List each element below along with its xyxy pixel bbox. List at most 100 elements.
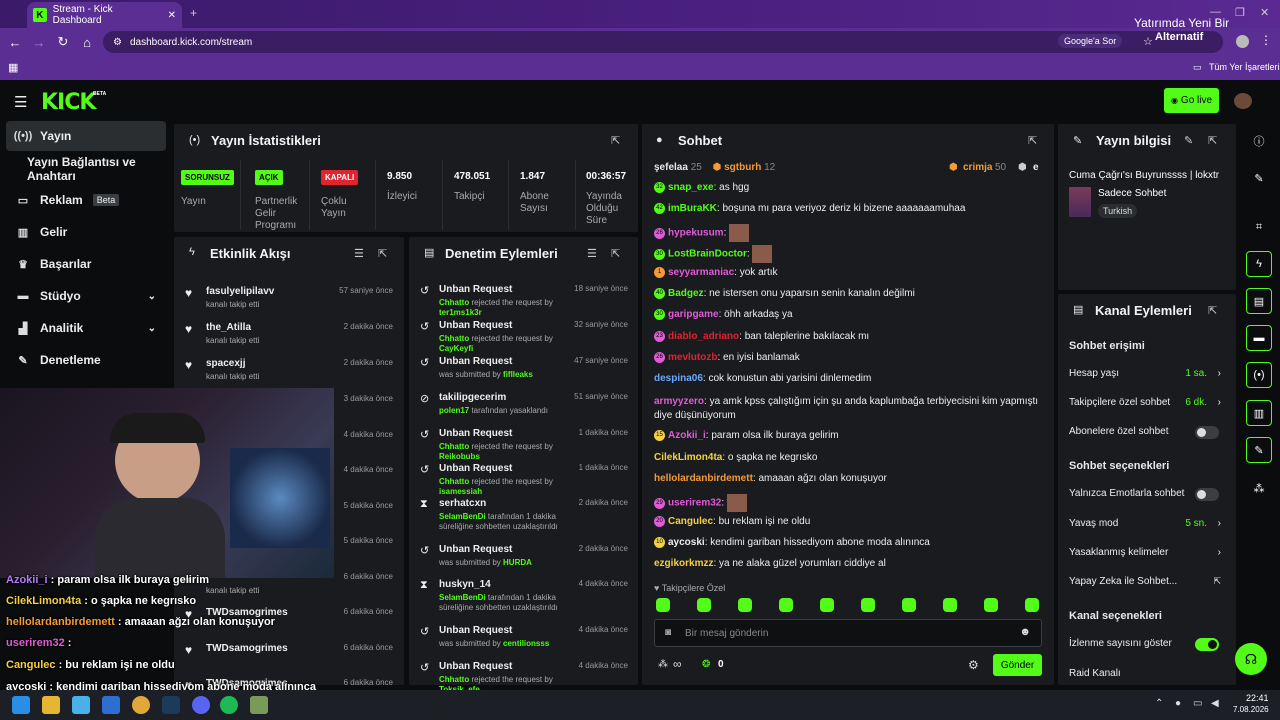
profile-avatar[interactable] [1236, 35, 1249, 48]
new-tab-icon[interactable]: + [190, 6, 197, 20]
chat-username[interactable]: Azokii_i [668, 430, 706, 441]
moderation-row[interactable]: ↺ Unban Request Chhatto rejected the reque… [415, 280, 630, 317]
window-close-icon[interactable]: ✕ [1260, 6, 1269, 19]
emote-icon[interactable] [902, 598, 916, 612]
chat-message[interactable]: 20 Cangulec: bu reklam işi ne oldu [654, 516, 1044, 527]
chat-message[interactable]: CilekLimon4ta: o şapka ne kegrısko [654, 452, 1044, 463]
chat-username[interactable]: seyyarmaniac [668, 267, 734, 278]
mod-target[interactable]: HURDA [503, 558, 532, 567]
activity-row[interactable]: ♥ fasulyelipilavv kanalı takip etti 57 sani… [180, 280, 395, 316]
gifter-name[interactable]: crimja [963, 162, 992, 173]
chat-username[interactable]: aycoski [668, 537, 705, 548]
steam-icon[interactable] [162, 696, 180, 714]
popout-icon[interactable]: ⇱ [1028, 134, 1037, 147]
moderation-row[interactable]: ↺ Unban Request Chhatto rejected the reque… [415, 424, 630, 461]
document-icon[interactable]: ▤ [1246, 288, 1272, 314]
sidebar-item-basarilar[interactable]: ♛ Başarılar [6, 249, 166, 279]
emoji-icon[interactable]: ☻ [1019, 626, 1031, 638]
app-icon[interactable] [250, 696, 268, 714]
chat-username[interactable]: snap_exe [668, 182, 714, 193]
chat-message[interactable]: despina06: cok konustun abi yarisini din… [654, 373, 1044, 384]
emote-icon[interactable] [984, 598, 998, 612]
home-icon[interactable]: ⌂ [75, 35, 99, 50]
activity-row[interactable]: ♥ spacexjj kanalı takip etti 2 dakika önce [180, 352, 395, 388]
stack-icon[interactable]: ▥ [1246, 400, 1272, 426]
file-explorer-icon[interactable] [42, 696, 60, 714]
gifter-name[interactable]: e [1033, 162, 1039, 173]
chat-message[interactable]: 29 userirem32: [654, 494, 1044, 512]
chevron-down-icon[interactable]: ⌄ [148, 323, 156, 334]
chat-username[interactable]: hellolardanbirdemett [654, 473, 753, 484]
network-icon[interactable]: ▭ [1193, 698, 1202, 709]
sidebar-item-studyo[interactable]: ▬ Stüdyo ⌄ [6, 281, 166, 311]
info-icon[interactable]: ⓘ [1246, 128, 1272, 154]
chat-message[interactable]: hellolardanbirdemett: amaaan ağzı olan k… [654, 473, 1044, 484]
activity-user[interactable]: TWDsamogrimes [206, 643, 288, 654]
windows-start-icon[interactable] [12, 696, 30, 714]
mod-actor[interactable]: SelamBenDi [439, 593, 486, 602]
chevron-right-icon[interactable]: › [1218, 368, 1221, 379]
chat-username[interactable]: imBuraKK [668, 203, 717, 214]
popout-icon[interactable]: ⇱ [1208, 304, 1217, 317]
moderation-row[interactable]: ⧗ huskyn_14 SelamBenDi tarafından 1 dakika… [415, 575, 630, 612]
menu-dots-icon[interactable]: ⋮ [1260, 33, 1272, 47]
moderation-row[interactable]: ⧗ serhatcxn SelamBenDi tarafından 1 dakika… [415, 494, 630, 531]
chat-bubble-icon[interactable]: ▬ [1246, 325, 1272, 351]
filter-icon[interactable]: ☰ [354, 247, 364, 260]
toggle-switch[interactable] [1195, 638, 1219, 651]
minimize-icon[interactable]: — [1210, 6, 1221, 18]
emote-icon[interactable] [820, 598, 834, 612]
apps-grid-icon[interactable]: ▦ [8, 61, 18, 74]
popout-icon[interactable]: ⇱ [611, 134, 620, 147]
gifter-name[interactable]: sgtburh [724, 162, 761, 173]
toggle-switch[interactable] [1195, 488, 1219, 501]
url-field[interactable]: ⚙ dashboard.kick.com/stream Google'a Sor… [103, 31, 1223, 53]
chat-username[interactable]: Cangulec [668, 516, 713, 527]
chat-message[interactable]: ezgikorkmzz: ya ne alaka güzel yorumları… [654, 558, 1044, 569]
settings-gear-icon[interactable]: ⚙ [968, 658, 979, 672]
moderation-row[interactable]: ↺ Unban Request was submitted by fiflleaks… [415, 352, 630, 388]
edit-icon[interactable]: ✎ [1184, 134, 1193, 147]
reload-icon[interactable]: ↻ [51, 34, 75, 50]
external-link-icon[interactable]: ⇱ [1213, 576, 1221, 587]
channel-action-row[interactable]: Yalnızca Emotlarla sohbet [1069, 488, 1229, 502]
share-icon[interactable]: ⁂ [1246, 475, 1272, 501]
toggle-switch[interactable] [1195, 426, 1219, 439]
bookmark-star-icon[interactable]: ☆ [1143, 35, 1153, 48]
activity-row[interactable]: ♥ TWDsamogrimes 6 dakika önce [180, 637, 395, 673]
mod-actor[interactable]: Chhatto [439, 477, 469, 486]
emote-icon[interactable] [861, 598, 875, 612]
chat-username[interactable]: garipgame [668, 309, 719, 320]
moderation-row[interactable]: ⊘ takilipgecerim polen17 tarafından yasakl… [415, 388, 630, 424]
category-name[interactable]: Sadece Sohbet [1098, 188, 1166, 199]
sidebar-item-stream-key[interactable]: Yayın Bağlantısı ve Anahtarı [6, 154, 166, 184]
moderation-row[interactable]: ↺ Unban Request Chhatto rejected the reque… [415, 316, 630, 353]
chat-username[interactable]: armyyzero [654, 396, 704, 407]
channel-action-row[interactable]: Yasaklanmış kelimeler › [1069, 547, 1229, 561]
emote-icon[interactable] [779, 598, 793, 612]
support-icon[interactable]: ☊ [1235, 643, 1267, 675]
mod-actor[interactable]: Chhatto [439, 334, 469, 343]
moderation-row[interactable]: ↺ Unban Request was submitted by HURDA 2 da… [415, 540, 630, 576]
lightning-icon[interactable]: ϟ [1246, 251, 1272, 277]
channel-action-row[interactable]: Hesap yaşı 1 sa. › [1069, 368, 1229, 382]
google-ask-button[interactable]: Google'a Sor [1058, 34, 1123, 48]
chevron-right-icon[interactable]: › [1218, 518, 1221, 529]
activity-user[interactable]: the_Atilla [206, 322, 251, 333]
emote-icon[interactable] [697, 598, 711, 612]
chat-username[interactable]: LostBrainDoctor [668, 249, 747, 260]
gifter-name[interactable]: şefelaa [654, 162, 688, 173]
sidebar-item-gelir[interactable]: ▥ Gelir [6, 217, 166, 247]
sidebar-item-analitik[interactable]: ▟ Analitik ⌄ [6, 313, 166, 343]
chevron-down-icon[interactable]: ⌄ [148, 291, 156, 302]
popout-icon[interactable]: ⇱ [1208, 134, 1217, 147]
chat-message[interactable]: 40 Badgez: ne istersen onu yaparsın senin… [654, 288, 1044, 299]
browser-tab[interactable]: K Stream - Kick Dashboard ✕ [27, 2, 182, 28]
chat-message[interactable]: 26 mevlutozb: en iyisi banlamak [654, 352, 1044, 363]
chat-message[interactable]: armyyzero: ya amk kpss çalıştığım için ş… [654, 395, 1044, 423]
channel-action-row[interactable]: Yapay Zeka ile Sohbet... ⇱ [1069, 576, 1229, 590]
mod-actor[interactable]: polen17 [439, 406, 469, 415]
emote-icon[interactable] [1025, 598, 1039, 612]
maximize-icon[interactable]: ❐ [1235, 6, 1245, 19]
back-icon[interactable]: ← [3, 35, 27, 50]
